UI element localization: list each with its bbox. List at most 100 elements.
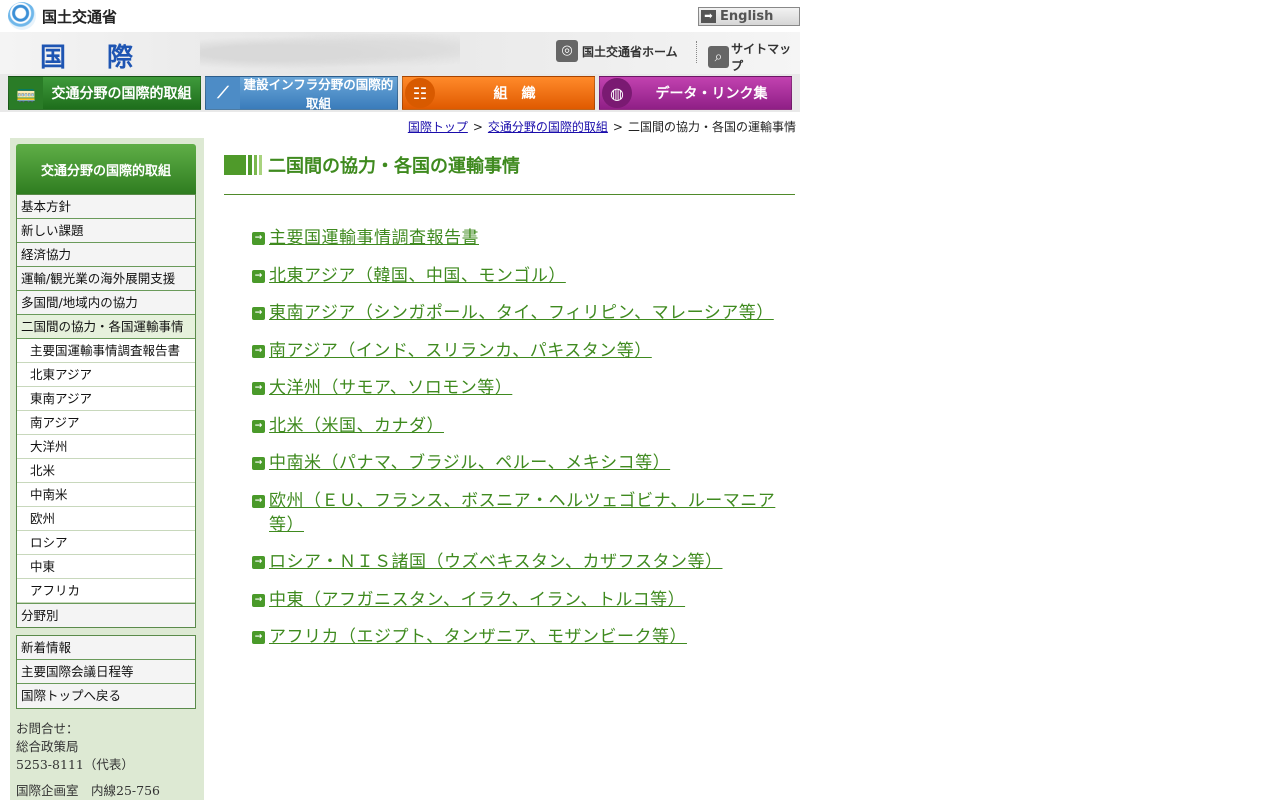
breadcrumb-separator: >	[472, 120, 483, 134]
breadcrumb-link-intl-top[interactable]: 国際トップ	[408, 120, 468, 134]
mlit-logo-icon	[8, 2, 36, 30]
arrow-right-icon: →	[252, 344, 265, 358]
arrow-right-icon: →	[252, 232, 265, 245]
link-latin-america[interactable]: → 中南米（パナマ、ブラジル、ペルー、メキシコ等）	[252, 451, 797, 475]
link-text[interactable]: 主要国運輸事情調査報告書	[269, 226, 479, 250]
arrow-right-icon: →	[252, 382, 265, 395]
link-northeast-asia[interactable]: → 北東アジア（韓国、中国、モンゴル）	[252, 264, 797, 288]
sidebar-subitem-russia[interactable]: ロシア	[17, 531, 195, 555]
sidebar: 交通分野の国際的取組 基本方針 新しい課題 経済協力 運輸/観光業の海外展開支援…	[10, 138, 204, 800]
link-text[interactable]: ロシア・ＮＩＳ諸国（ウズベキスタン、カザフスタン等）	[269, 550, 722, 574]
nav-data-links[interactable]: ◍ データ・リンク集	[599, 76, 792, 110]
link-south-asia[interactable]: → 南アジア（インド、スリランカ、パキスタン等）	[252, 339, 797, 363]
sidebar-subitem-south-asia[interactable]: 南アジア	[17, 411, 195, 435]
contact-office: 国際企画室 内線25-756	[16, 783, 160, 798]
sitemap-link[interactable]: ⌕ サイトマップ	[708, 40, 800, 74]
main-nav: 🚃 交通分野の国際的取組 ⟋ 建設インフラ分野の国際的取組 ☷ 組 織 ◍ デー…	[0, 74, 800, 112]
nav-transport[interactable]: 🚃 交通分野の国際的取組	[8, 76, 201, 110]
sidebar-item-by-field[interactable]: 分野別	[17, 603, 195, 627]
sidebar-subitem-oceania[interactable]: 大洋州	[17, 435, 195, 459]
english-button[interactable]: ➡ English	[698, 7, 800, 26]
sidebar-item-overseas-support[interactable]: 運輸/観光業の海外展開支援	[17, 267, 195, 291]
mlit-home-link[interactable]: ◎ 国土交通省ホーム	[556, 40, 678, 62]
sidebar-secondary-menu: 新着情報 主要国際会議日程等 国際トップへ戻る	[16, 635, 196, 709]
link-middle-east[interactable]: → 中東（アフガニスタン、イラク、イラン、トルコ等）	[252, 588, 797, 612]
arrow-right-icon: →	[252, 556, 265, 569]
arrow-right-icon: →	[252, 631, 265, 644]
arrow-right-icon: →	[252, 419, 265, 433]
sidebar-subitem-report[interactable]: 主要国運輸事情調査報告書	[17, 339, 195, 363]
road-icon: ⟋	[206, 77, 240, 109]
sidebar-item-bilateral[interactable]: 二国間の協力・各国運輸事情	[17, 315, 195, 339]
sidebar-item-economic-cooperation[interactable]: 経済協力	[17, 243, 195, 267]
sitemap-label: サイトマップ	[731, 42, 792, 73]
heading-bar-icon	[224, 155, 262, 175]
arrow-right-icon: →	[252, 307, 265, 320]
arrow-right-icon: ➡	[701, 10, 716, 23]
sidebar-subitem-middle-east[interactable]: 中東	[17, 555, 195, 579]
sidebar-subitem-africa[interactable]: アフリカ	[17, 579, 195, 603]
sidebar-subitem-europe[interactable]: 欧州	[17, 507, 195, 531]
link-text[interactable]: 大洋州（サモア、ソロモン等）	[269, 376, 512, 400]
contact-info: お問合せ： 総合政策局 5253-8111（代表） 国際企画室 内線25-756	[16, 720, 160, 800]
link-oceania[interactable]: → 大洋州（サモア、ソロモン等）	[252, 376, 797, 400]
nav-infrastructure-label: 建設インフラ分野の国際的取組	[243, 77, 394, 111]
sidebar-header[interactable]: 交通分野の国際的取組	[16, 144, 196, 194]
sidebar-subitem-north-america[interactable]: 北米	[17, 459, 195, 483]
link-southeast-asia[interactable]: → 東南アジア（シンガポール、タイ、フィリピン、マレーシア等）	[252, 301, 797, 325]
contact-dept: 総合政策局	[16, 739, 79, 754]
sidebar-subitem-southeast-asia[interactable]: 東南アジア	[17, 387, 195, 411]
page: 国土交通省 ➡ English 国 際 ◎ 国土交通省ホーム ⌕ サイトマップ …	[0, 0, 1280, 800]
globe-icon: ◍	[602, 78, 632, 108]
sidebar-item-back-to-top[interactable]: 国際トップへ戻る	[17, 684, 195, 708]
region-link-list: → 主要国運輸事情調査報告書 → 北東アジア（韓国、中国、モンゴル） → 東南アジア（…	[252, 226, 797, 663]
contact-heading: お問合せ：	[16, 721, 79, 736]
link-report[interactable]: → 主要国運輸事情調査報告書	[252, 226, 797, 250]
top-bar: 国土交通省 ➡ English	[0, 0, 800, 32]
link-text[interactable]: 南アジア（インド、スリランカ、パキスタン等）	[269, 339, 652, 363]
arrow-right-icon: →	[252, 593, 265, 607]
sidebar-item-news[interactable]: 新着情報	[17, 636, 195, 660]
org-chart-icon: ☷	[405, 78, 435, 108]
link-text[interactable]: 中東（アフガニスタン、イラク、イラン、トルコ等）	[269, 588, 685, 612]
link-europe[interactable]: → 欧州（ＥＵ、フランス、ボスニア・ヘルツェゴビナ、ルーマニア等）	[252, 489, 797, 537]
link-africa[interactable]: → アフリカ（エジプト、タンザニア、モザンビーク等）	[252, 625, 797, 649]
nav-transport-label: 交通分野の国際的取組	[51, 86, 192, 102]
sidebar-item-meeting-schedule[interactable]: 主要国際会議日程等	[17, 660, 195, 684]
nav-organization[interactable]: ☷ 組 織	[402, 76, 595, 110]
link-text[interactable]: 東南アジア（シンガポール、タイ、フィリピン、マレーシア等）	[269, 301, 774, 325]
link-text[interactable]: アフリカ（エジプト、タンザニア、モザンビーク等）	[269, 625, 687, 649]
arrow-right-icon: →	[252, 494, 265, 508]
link-text[interactable]: 北米（米国、カナダ）	[269, 414, 444, 438]
nav-data-links-label: データ・リンク集	[655, 86, 768, 102]
title-divider	[224, 194, 795, 195]
home-logo-icon: ◎	[556, 40, 578, 62]
sidebar-subitem-latin-america[interactable]: 中南米	[17, 483, 195, 507]
sidebar-item-new-issues[interactable]: 新しい課題	[17, 219, 195, 243]
link-text[interactable]: 中南米（パナマ、ブラジル、ペルー、メキシコ等）	[269, 451, 670, 475]
breadcrumb-link-transport[interactable]: 交通分野の国際的取組	[488, 120, 608, 134]
sidebar-item-basic-policy[interactable]: 基本方針	[17, 195, 195, 219]
sidebar-subitem-northeast-asia[interactable]: 北東アジア	[17, 363, 195, 387]
link-russia-nis[interactable]: → ロシア・ＮＩＳ諸国（ウズベキスタン、カザフスタン等）	[252, 550, 797, 574]
english-label: English	[720, 9, 774, 24]
nav-organization-label: 組 織	[493, 86, 536, 102]
link-text[interactable]: 欧州（ＥＵ、フランス、ボスニア・ヘルツェゴビナ、ルーマニア等）	[269, 489, 797, 537]
arrow-right-icon: →	[252, 269, 265, 283]
content-heading: 二国間の協力・各国の運輸事情	[224, 152, 520, 178]
sidebar-item-multilateral[interactable]: 多国間/地域内の協力	[17, 291, 195, 315]
section-banner: 国 際 ◎ 国土交通省ホーム ⌕ サイトマップ	[0, 32, 800, 74]
nav-infrastructure[interactable]: ⟋ 建設インフラ分野の国際的取組	[205, 76, 398, 111]
ministry-logo[interactable]: 国土交通省	[8, 2, 117, 30]
section-title: 国 際	[40, 43, 150, 73]
arrow-right-icon: →	[252, 457, 265, 470]
sidebar-menu: 基本方針 新しい課題 経済協力 運輸/観光業の海外展開支援 多国間/地域内の協力…	[16, 194, 196, 628]
link-text[interactable]: 北東アジア（韓国、中国、モンゴル）	[269, 264, 566, 288]
contact-spacer	[16, 774, 160, 782]
link-north-america[interactable]: → 北米（米国、カナダ）	[252, 414, 797, 438]
contact-phone: 5253-8111（代表）	[16, 757, 134, 772]
breadcrumb-current: 二国間の協力・各国の運輸事情	[627, 120, 796, 134]
ministry-name: 国土交通省	[42, 7, 118, 26]
home-link-label: 国土交通省ホーム	[582, 44, 678, 59]
magnifier-icon: ⌕	[708, 46, 730, 68]
